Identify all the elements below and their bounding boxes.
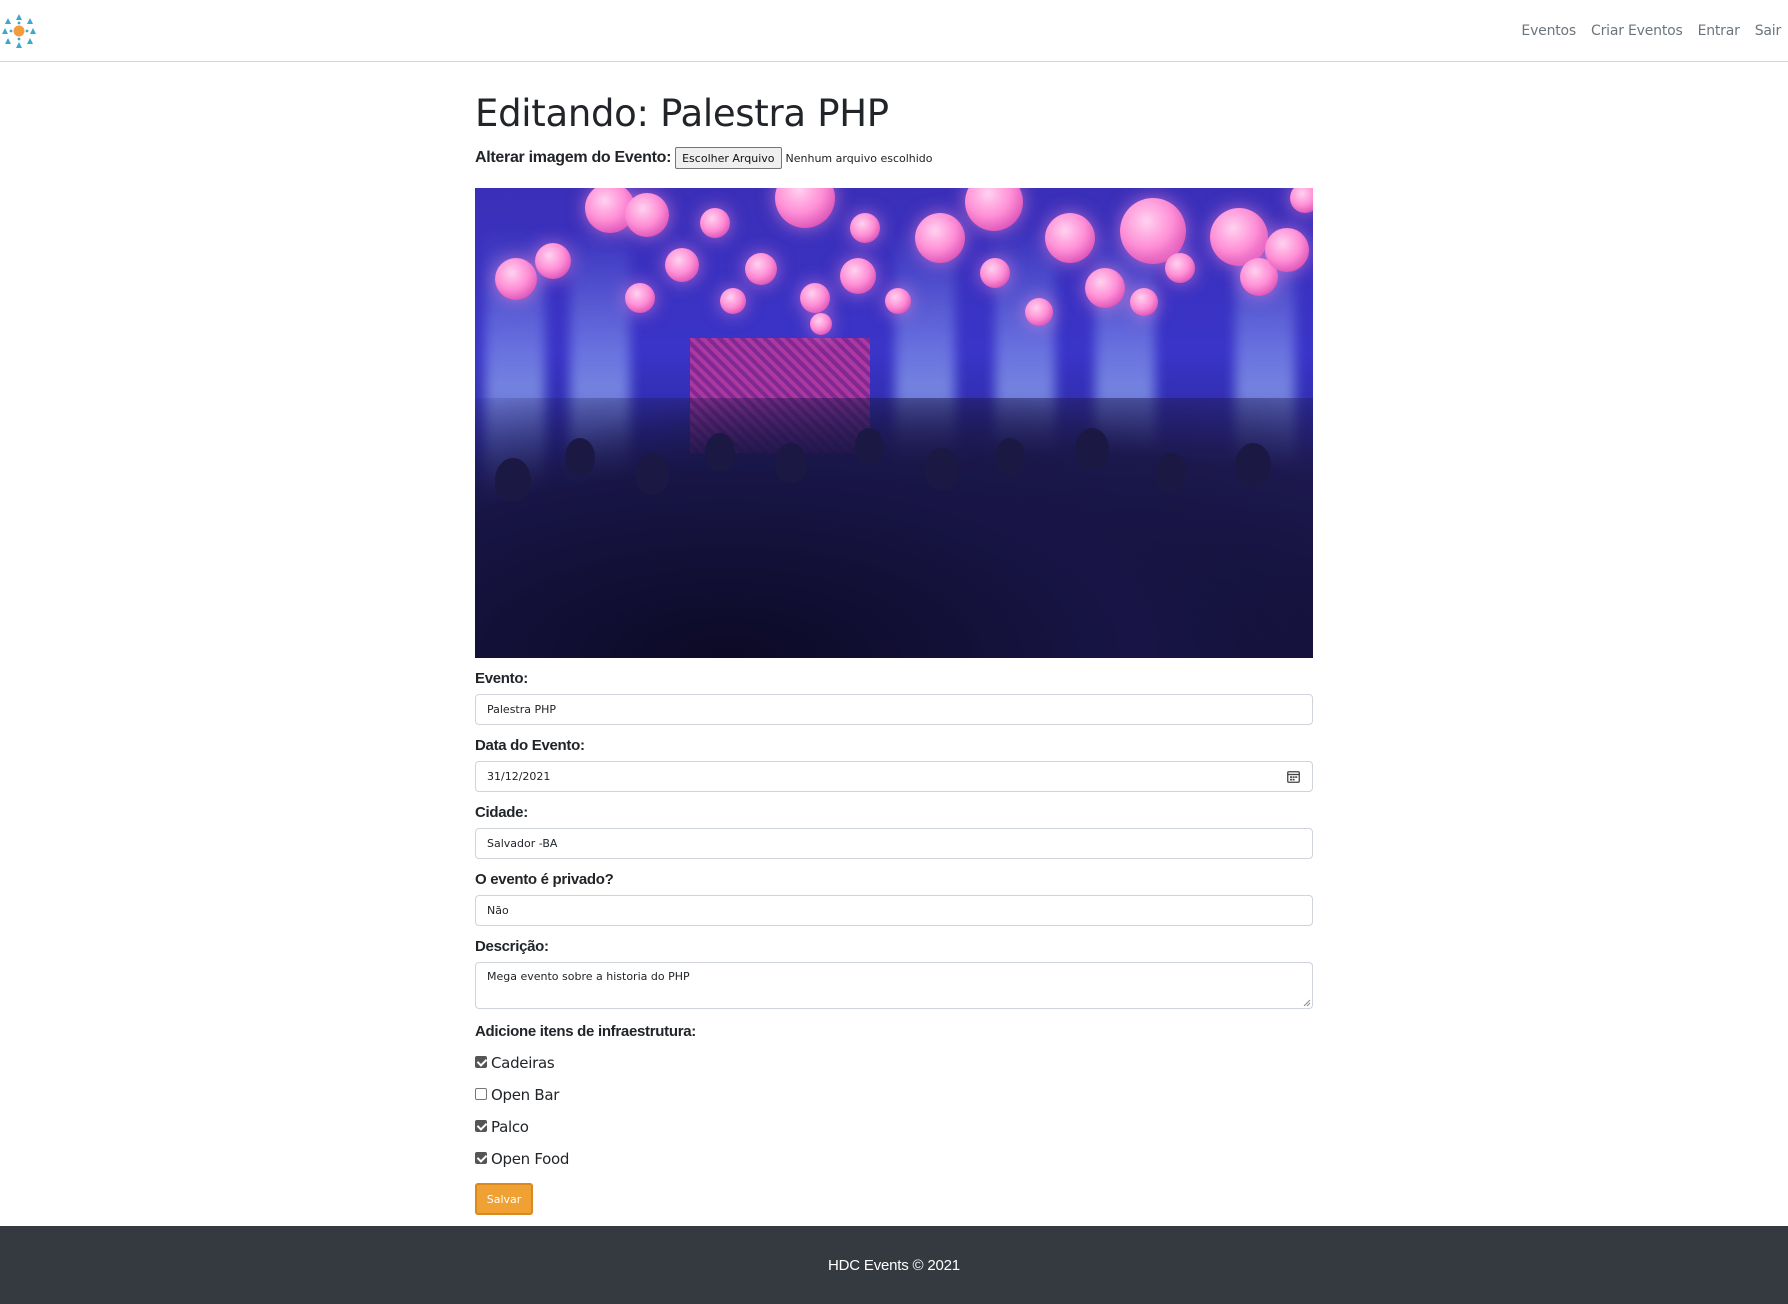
people-network-logo-icon[interactable] (0, 12, 38, 50)
event-description-value: Mega evento sobre a historia do PHP (487, 970, 690, 983)
calendar-icon[interactable] (1287, 770, 1300, 783)
event-name-group: Evento: Palestra PHP (475, 668, 1313, 725)
footer-text: HDC Events © 2021 (828, 1256, 960, 1274)
image-upload-label: Alterar imagem do Evento: (475, 149, 672, 166)
event-image (475, 188, 1313, 658)
open-food-checkbox[interactable] (475, 1152, 487, 1164)
event-date-label: Data do Evento: (475, 737, 585, 754)
nav-link-entrar[interactable]: Entrar (1698, 23, 1740, 39)
event-date-value: 31/12/2021 (487, 770, 551, 783)
nav-link-sair[interactable]: Sair (1755, 23, 1782, 39)
event-date-input[interactable]: 31/12/2021 (475, 761, 1313, 792)
image-upload-row: Alterar imagem do Evento: Escolher Arqui… (475, 146, 1313, 170)
file-status-text: Nenhum arquivo escolhido (785, 151, 933, 165)
event-name-input[interactable]: Palestra PHP (475, 694, 1313, 725)
resize-grip-icon[interactable] (1302, 998, 1311, 1007)
open-bar-checkbox[interactable] (475, 1088, 487, 1100)
navbar: Eventos Criar Eventos Entrar Sair (0, 0, 1788, 62)
infrastructure-label: Adicione itens de infraestrutura: (475, 1023, 696, 1040)
event-city-group: Cidade: Salvador -BA (475, 802, 1313, 859)
infra-item-open-food[interactable]: Open Food (475, 1143, 1313, 1175)
nav-link-eventos[interactable]: Eventos (1521, 23, 1576, 39)
event-private-group: O evento é privado? Não (475, 869, 1313, 926)
footer: HDC Events © 2021 (0, 1226, 1788, 1304)
event-description-label: Descrição: (475, 938, 549, 955)
save-button[interactable]: Salvar (475, 1183, 533, 1215)
event-name-label: Evento: (475, 670, 528, 687)
infra-item-cadeiras[interactable]: Cadeiras (475, 1047, 1313, 1079)
open-food-label: Open Food (491, 1150, 570, 1168)
event-date-group: Data do Evento: 31/12/2021 (475, 735, 1313, 792)
event-private-select[interactable]: Não (475, 895, 1313, 926)
event-private-label: O evento é privado? (475, 871, 614, 888)
infrastructure-group: Adicione itens de infraestrutura: Cadeir… (475, 1021, 1313, 1175)
infra-item-palco[interactable]: Palco (475, 1111, 1313, 1143)
nav-links: Eventos Criar Eventos Entrar Sair (1506, 0, 1781, 62)
cadeiras-checkbox[interactable] (475, 1056, 487, 1068)
palco-checkbox[interactable] (475, 1120, 487, 1132)
event-description-group: Descrição: Mega evento sobre a historia … (475, 936, 1313, 1009)
cadeiras-label: Cadeiras (491, 1054, 555, 1072)
choose-file-button[interactable]: Escolher Arquivo (675, 147, 782, 169)
event-description-textarea[interactable]: Mega evento sobre a historia do PHP (475, 962, 1313, 1009)
edit-event-form: Editando: Palestra PHP Alterar imagem do… (475, 86, 1313, 1215)
page-title: Editando: Palestra PHP (475, 92, 889, 135)
event-city-label: Cidade: (475, 804, 528, 821)
infra-item-open-bar[interactable]: Open Bar (475, 1079, 1313, 1111)
event-city-input[interactable]: Salvador -BA (475, 828, 1313, 859)
open-bar-label: Open Bar (491, 1086, 560, 1104)
nav-link-criar-eventos[interactable]: Criar Eventos (1591, 23, 1683, 39)
palco-label: Palco (491, 1118, 529, 1136)
